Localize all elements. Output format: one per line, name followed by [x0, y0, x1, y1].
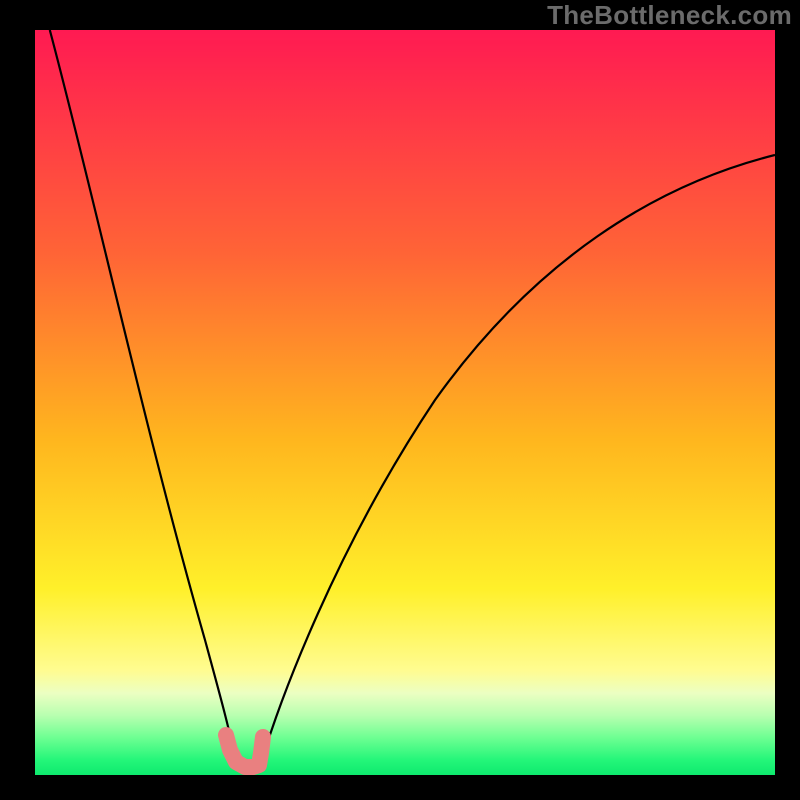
chart-frame: TheBottleneck.com [0, 0, 800, 800]
chart-plot [35, 30, 775, 775]
gradient-background [35, 30, 775, 775]
watermark-text: TheBottleneck.com [547, 0, 792, 31]
